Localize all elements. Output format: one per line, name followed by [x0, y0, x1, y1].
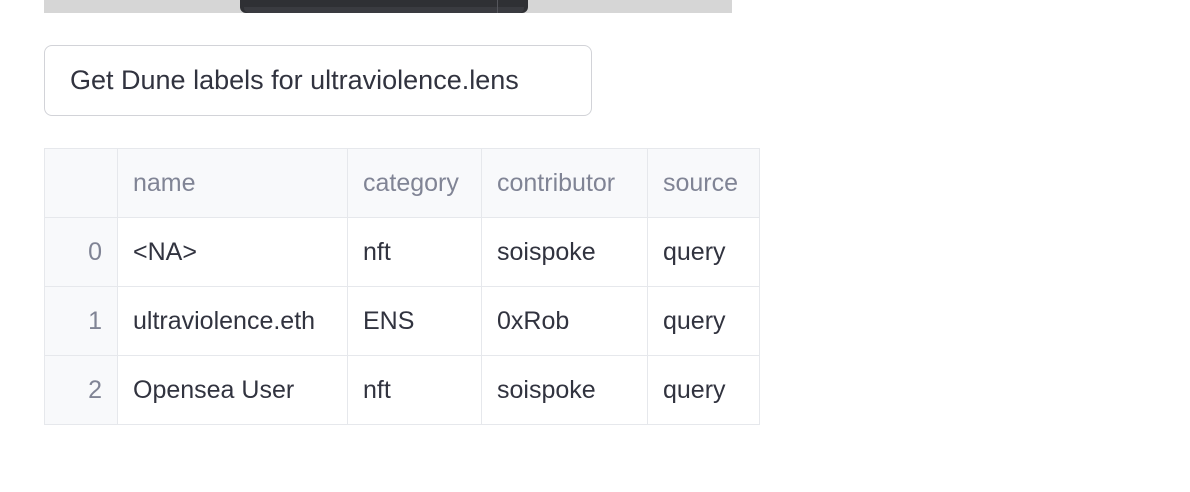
cell-contributor[interactable]: soispoke — [481, 355, 648, 425]
cell-contributor[interactable]: 0xRob — [481, 286, 648, 356]
cell-source[interactable]: query — [647, 217, 760, 287]
row-index: 0 — [44, 217, 118, 287]
get-dune-labels-button[interactable]: Get Dune labels for ultraviolence.lens — [44, 45, 592, 116]
labels-table-container: name category contributor source 0 <NA> … — [44, 148, 760, 425]
column-header-index[interactable] — [44, 148, 118, 218]
cell-category[interactable]: nft — [347, 217, 482, 287]
cell-name[interactable]: <NA> — [117, 217, 348, 287]
profile-image — [44, 0, 732, 13]
cell-contributor[interactable]: soispoke — [481, 217, 648, 287]
row-index: 2 — [44, 355, 118, 425]
table-row: 1 ultraviolence.eth ENS 0xRob query — [44, 286, 760, 356]
labels-table: name category contributor source 0 <NA> … — [44, 148, 760, 425]
image-detail-line — [497, 0, 498, 13]
cell-source[interactable]: query — [647, 286, 760, 356]
table-row: 0 <NA> nft soispoke query — [44, 217, 760, 287]
column-header-source[interactable]: source — [647, 148, 760, 218]
column-header-category[interactable]: category — [347, 148, 482, 218]
cell-category[interactable]: ENS — [347, 286, 482, 356]
column-header-name[interactable]: name — [117, 148, 348, 218]
cell-name[interactable]: ultraviolence.eth — [117, 286, 348, 356]
column-header-contributor[interactable]: contributor — [481, 148, 648, 218]
cell-name[interactable]: Opensea User — [117, 355, 348, 425]
cell-category[interactable]: nft — [347, 355, 482, 425]
cell-source[interactable]: query — [647, 355, 760, 425]
row-index: 1 — [44, 286, 118, 356]
table-header-row: name category contributor source — [44, 148, 760, 218]
table-row: 2 Opensea User nft soispoke query — [44, 355, 760, 425]
image-content — [240, 0, 528, 13]
